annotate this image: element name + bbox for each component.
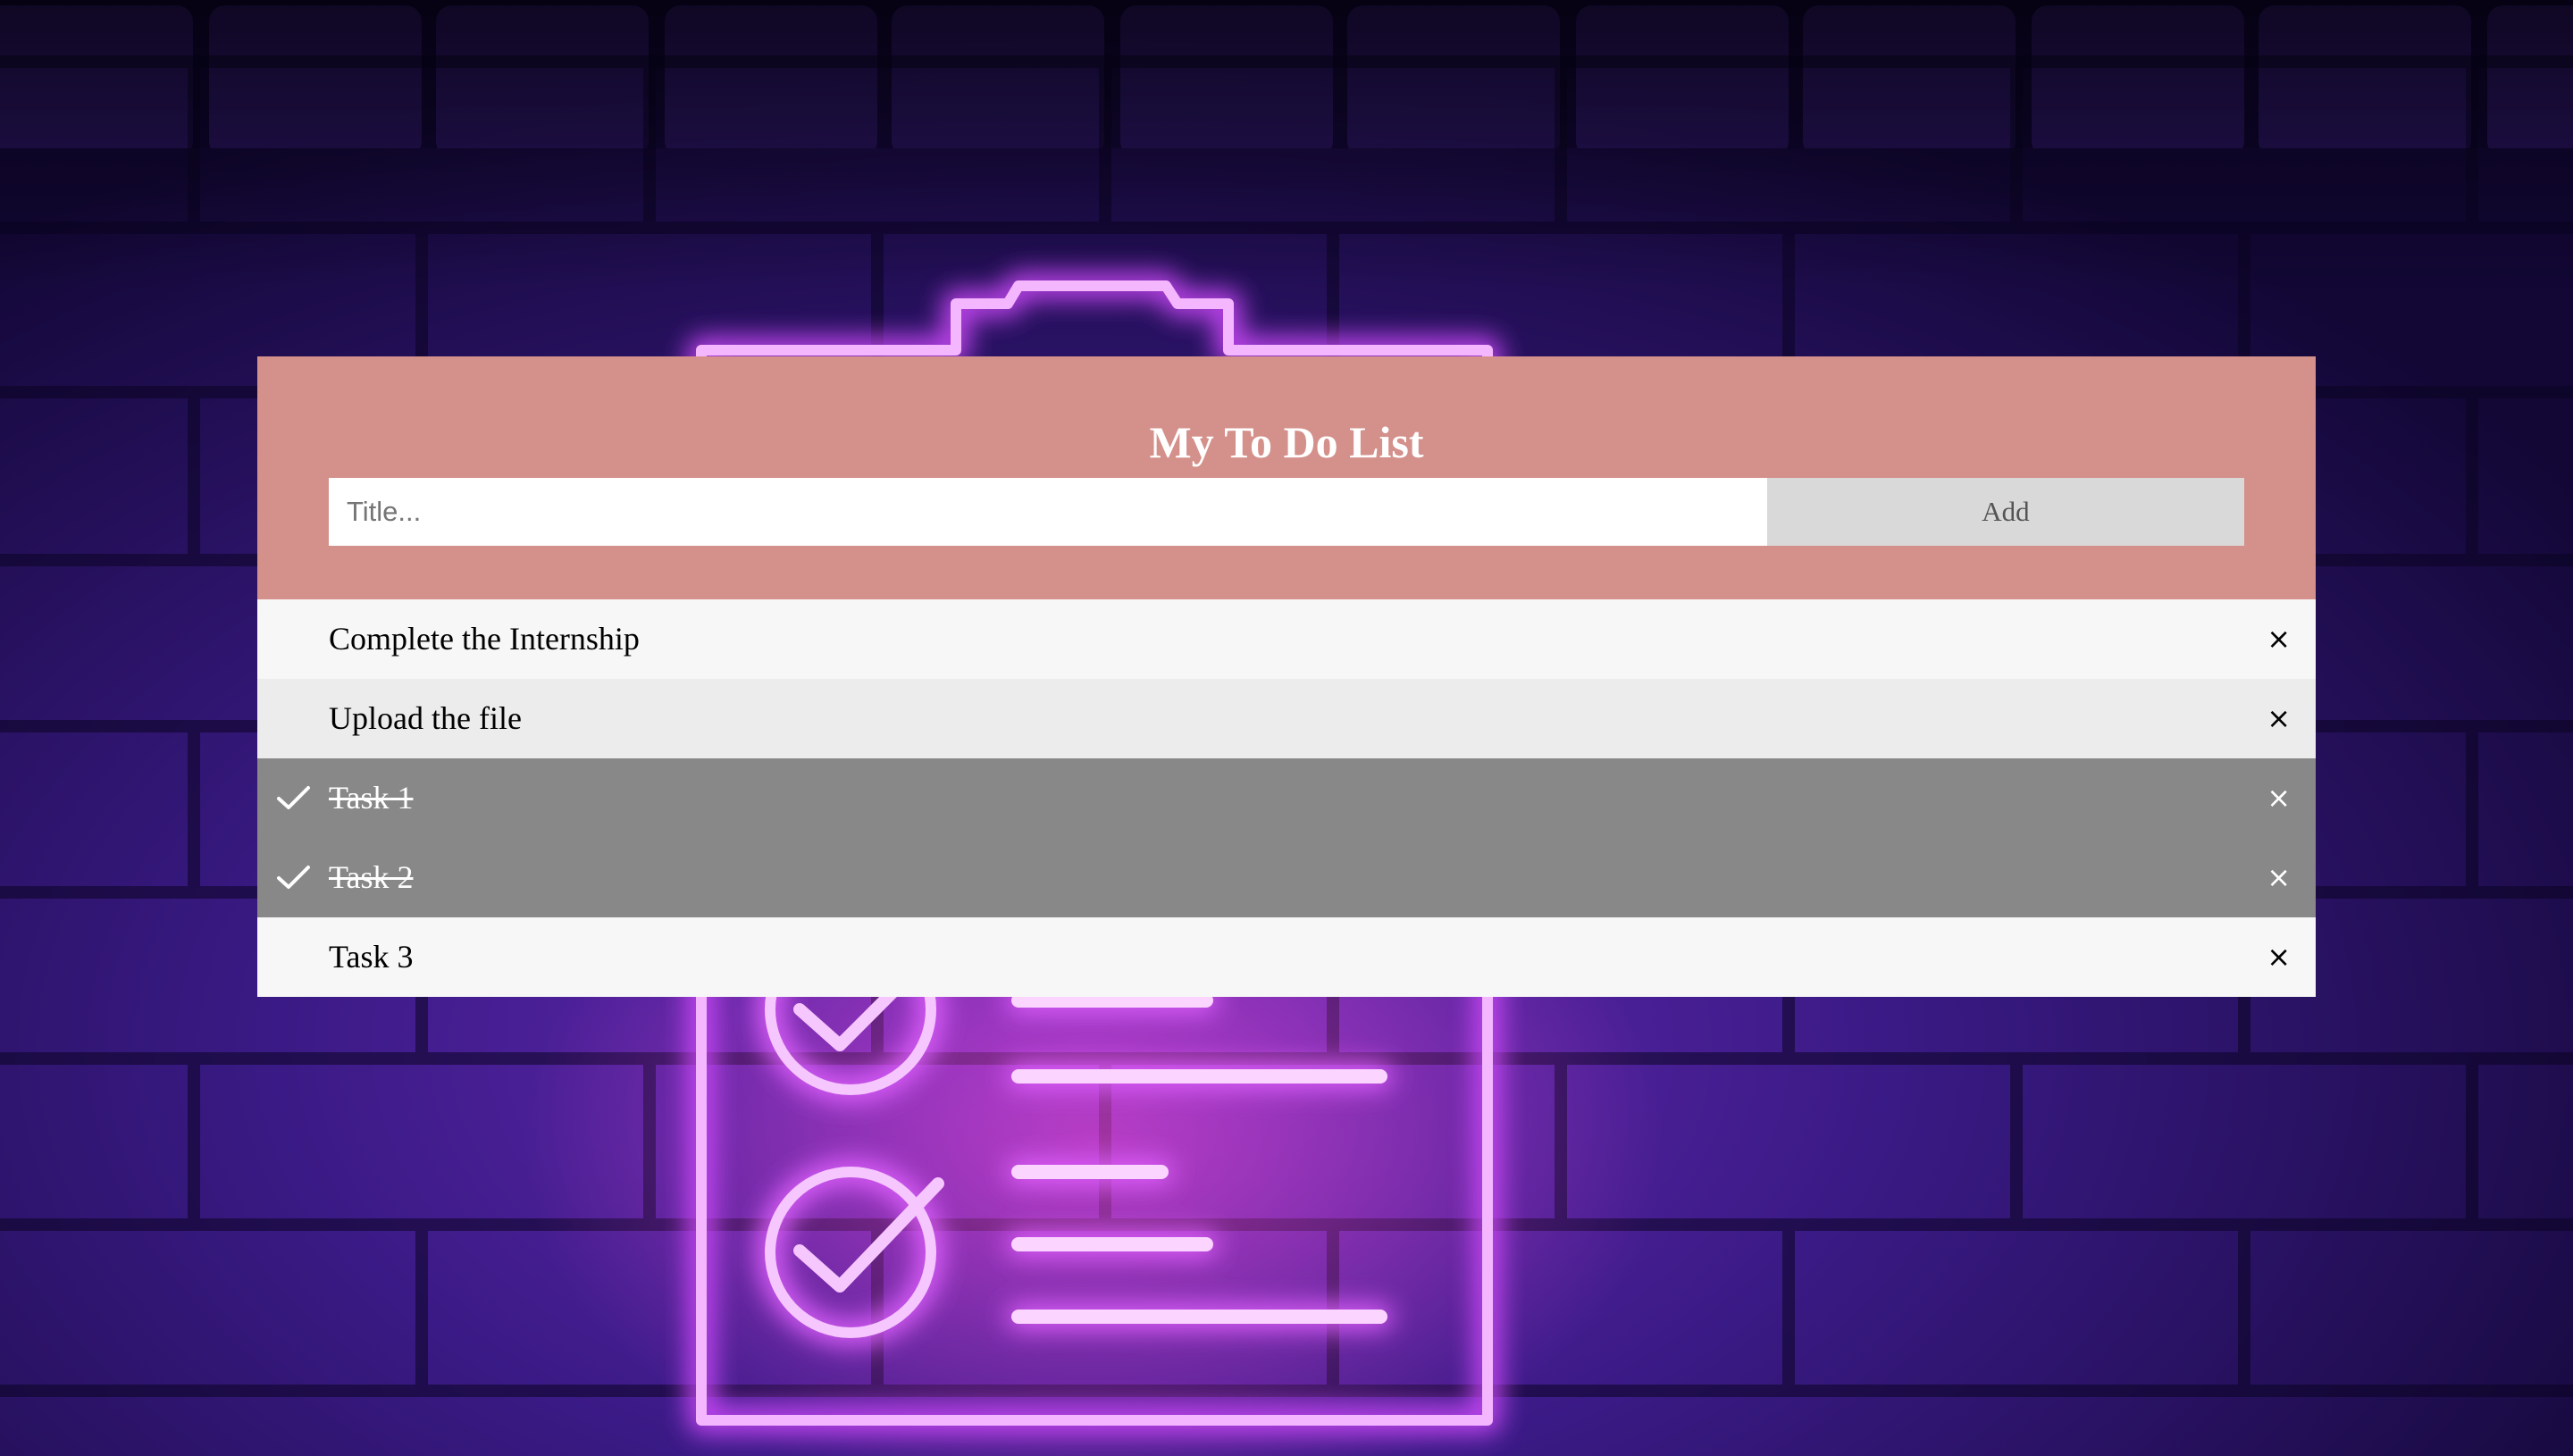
list-item[interactable]: Complete the Internship × (257, 599, 2316, 679)
close-icon[interactable]: × (2267, 758, 2291, 838)
close-icon[interactable]: × (2267, 917, 2291, 997)
task-label: Task 3 (329, 939, 414, 975)
list-item[interactable]: Task 1 × (257, 758, 2316, 838)
task-label: Task 2 (329, 859, 414, 895)
add-task-form: Add (329, 478, 2244, 546)
todo-card: My To Do List Add Complete the Internshi… (257, 356, 2316, 997)
task-label: Upload the file (329, 700, 522, 736)
task-list: Complete the Internship × Upload the fil… (257, 599, 2316, 997)
list-item[interactable]: Task 3 × (257, 917, 2316, 997)
close-icon[interactable]: × (2267, 599, 2291, 679)
close-icon[interactable]: × (2267, 838, 2291, 917)
todo-header: My To Do List Add (257, 356, 2316, 599)
checkmark-icon (277, 866, 310, 889)
task-label: Complete the Internship (329, 621, 640, 657)
add-button[interactable]: Add (1767, 478, 2244, 546)
task-title-input[interactable] (329, 478, 1767, 546)
close-icon[interactable]: × (2267, 679, 2291, 758)
list-item[interactable]: Upload the file × (257, 679, 2316, 758)
task-label: Task 1 (329, 780, 414, 816)
list-item[interactable]: Task 2 × (257, 838, 2316, 917)
page-title: My To Do List (1149, 417, 1424, 467)
checkmark-icon (277, 786, 310, 809)
